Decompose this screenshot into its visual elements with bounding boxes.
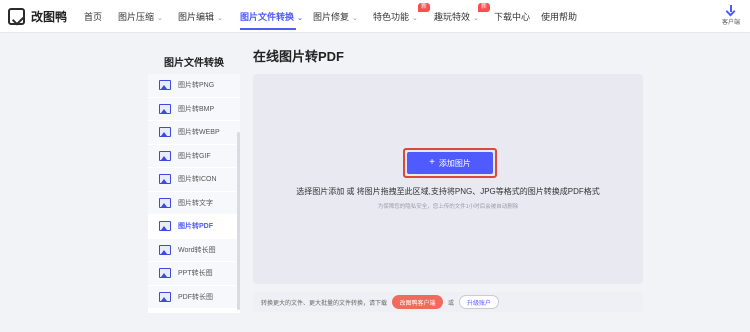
image-icon [159, 268, 171, 279]
drop-hint: 选择图片添加 或 将图片拖拽至此区域,支持将PNG、JPG等格式的图片转换成PD… [296, 187, 600, 196]
nav-item-image-edit[interactable]: 图片编辑 ⌄ [178, 10, 223, 23]
image-icon [159, 221, 171, 232]
sidebar-item-ppt-to-long-image[interactable]: PPT转长图 [148, 262, 240, 286]
nav-item-help[interactable]: 使用帮助 [541, 10, 577, 23]
sidebar-item-to-text[interactable]: 图片转文字 [148, 191, 240, 215]
image-icon [159, 197, 171, 208]
client-download-button[interactable]: 客户端 [718, 5, 744, 26]
image-icon [159, 150, 171, 161]
new-badge: 新 [478, 3, 490, 12]
sidebar-title: 图片文件转换 [164, 58, 224, 69]
promo-bar: 转换更大的文件、更大批量的文件转换，请下载 改图鸭客户端 或 升级账户 [253, 292, 643, 312]
nav-item-home[interactable]: 首页 [84, 10, 102, 23]
download-client-button[interactable]: 改图鸭客户端 [392, 295, 443, 309]
image-icon [159, 244, 171, 255]
upgrade-account-button[interactable]: 升级账户 [459, 295, 499, 309]
nav-item-image-repair[interactable]: 图片修复 ⌄ [313, 10, 358, 23]
page-title: 在线图片转PDF [253, 49, 345, 64]
sidebar-item-to-bmp[interactable]: 图片转BMP [148, 97, 240, 121]
chevron-down-icon: ⌄ [412, 15, 418, 22]
add-image-label: 添加图片 [438, 158, 471, 168]
chevron-down-icon: ⌄ [352, 15, 358, 22]
sidebar-item-pdf-to-long-image[interactable]: PDF转长图 [148, 285, 240, 309]
nav-item-image-convert[interactable]: 图片文件转换 ⌄ [240, 10, 303, 23]
nav-item-image-compress[interactable]: 图片压缩 ⌄ [118, 10, 163, 23]
sidebar-item-to-icon[interactable]: 图片转ICON [148, 168, 240, 192]
download-icon [726, 5, 736, 16]
or-text: 或 [448, 301, 455, 307]
active-nav-underline [240, 28, 296, 30]
chevron-down-icon: ⌄ [473, 15, 479, 22]
new-badge: 新 [418, 3, 430, 12]
brand-name: 改图鸭 [31, 10, 68, 24]
add-image-button[interactable]: + 添加图片 [407, 152, 493, 174]
image-icon [159, 80, 171, 91]
image-icon [159, 291, 171, 302]
top-nav: 改图鸭 首页 图片压缩 ⌄ 图片编辑 ⌄ 图片文件转换 ⌄ 图片修复 ⌄ 特色功能 ⌄ 新… [0, 0, 750, 33]
image-icon [159, 103, 171, 114]
logo-icon [8, 8, 25, 25]
nav-item-featured[interactable]: 特色功能 ⌄ [373, 10, 418, 23]
sidebar-item-to-pdf[interactable]: 图片转PDF [148, 215, 240, 239]
sidebar: 图片转PNG 图片转BMP 图片转WEBP 图片转GIF 图片转ICON 图片转… [148, 74, 240, 313]
chevron-down-icon: ⌄ [157, 15, 163, 22]
sidebar-item-word-to-long-image[interactable]: Word转长图 [148, 238, 240, 262]
sidebar-item-to-webp[interactable]: 图片转WEBP [148, 121, 240, 145]
chevron-down-icon: ⌄ [217, 15, 223, 22]
client-label: 客户端 [721, 20, 740, 26]
promo-text: 转换更大的文件、更大批量的文件转换，请下载 [261, 301, 388, 307]
image-icon [159, 127, 171, 138]
chevron-down-icon: ⌄ [297, 15, 303, 22]
image-icon [159, 174, 171, 185]
sidebar-item-to-gif[interactable]: 图片转GIF [148, 144, 240, 168]
upload-dropzone[interactable] [253, 74, 643, 284]
plus-icon: + [429, 157, 435, 168]
sidebar-scrollbar[interactable] [237, 132, 240, 310]
nav-item-download-center[interactable]: 下载中心 [494, 10, 530, 23]
privacy-note: 为保障您的隐私安全，您上传的文件1小时后会被自动删除 [377, 204, 519, 210]
logo[interactable]: 改图鸭 [8, 8, 67, 25]
nav-item-fun-effects[interactable]: 趣玩特效 ⌄ [434, 10, 479, 23]
sidebar-item-to-png[interactable]: 图片转PNG [148, 74, 240, 98]
